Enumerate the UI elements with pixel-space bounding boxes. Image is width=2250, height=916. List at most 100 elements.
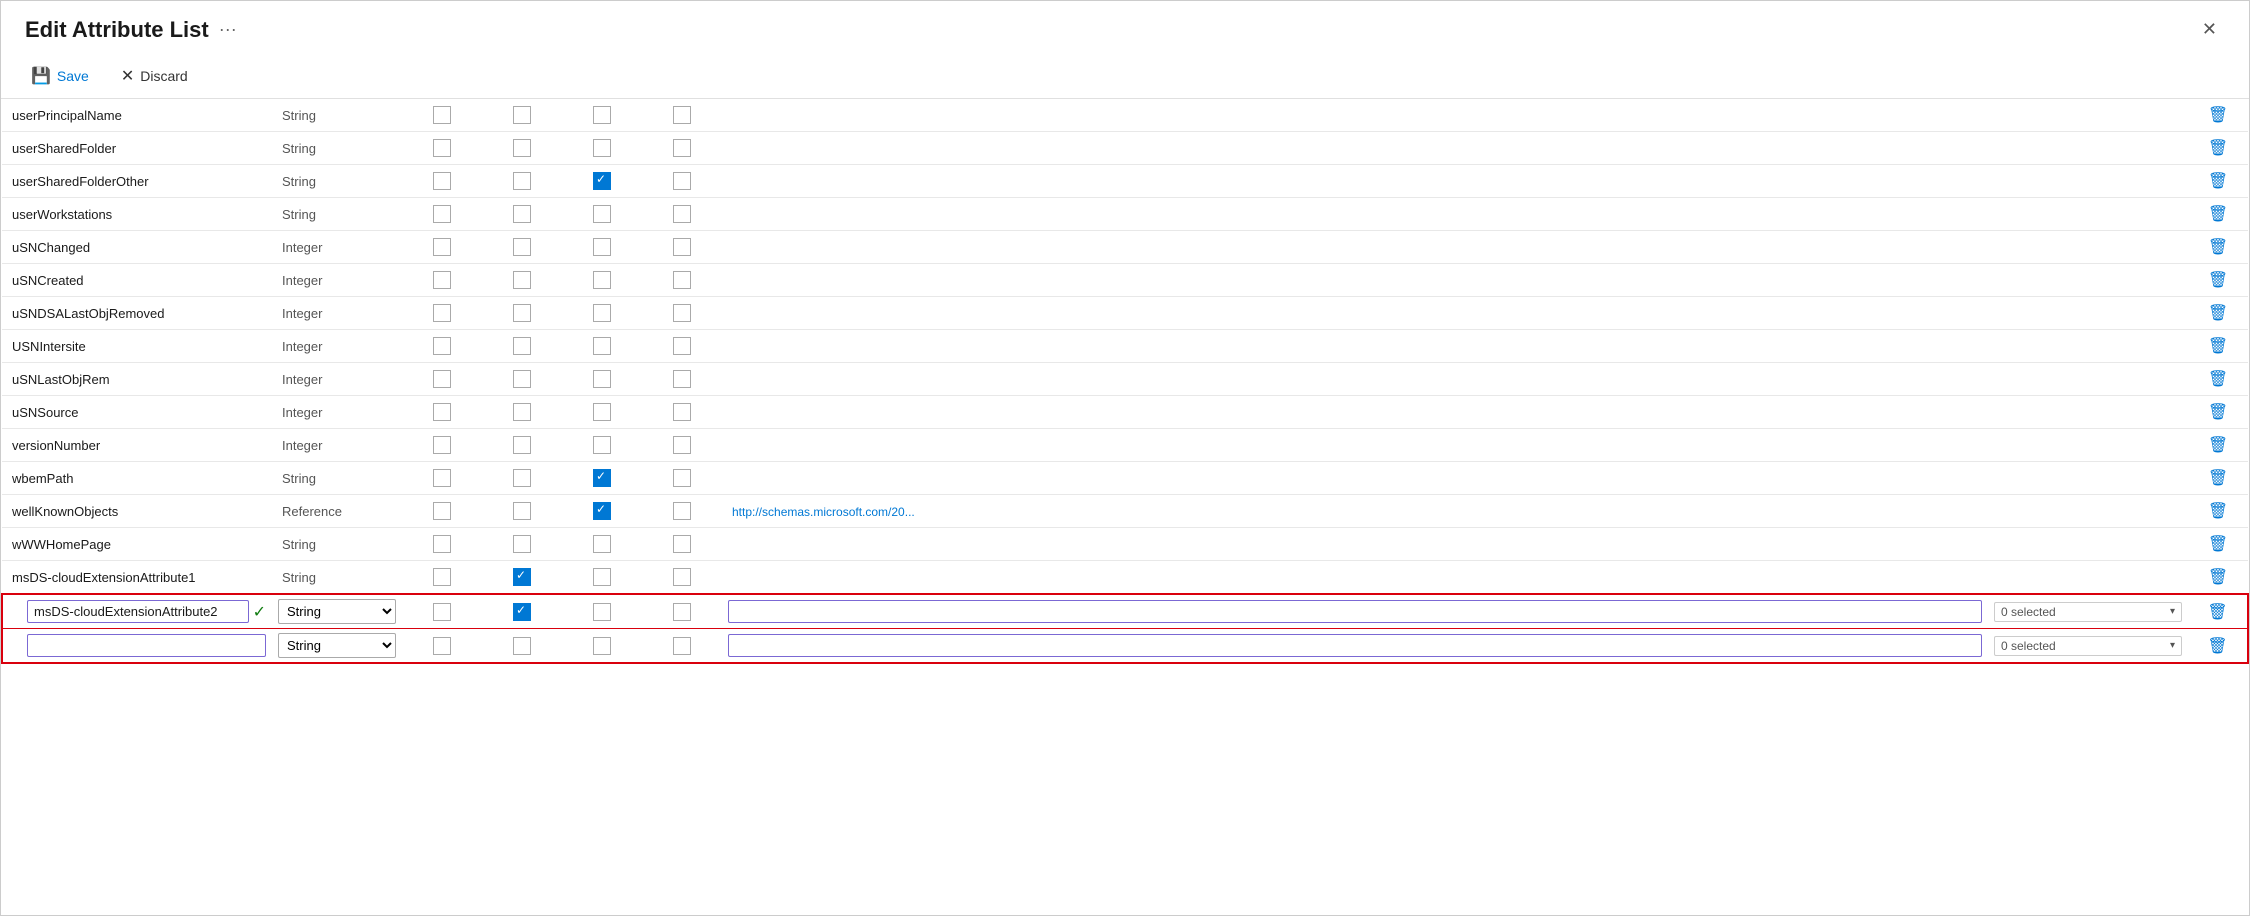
cb1-checkbox[interactable] bbox=[433, 172, 451, 190]
cb1-checkbox[interactable] bbox=[433, 603, 451, 621]
cb2-checkbox[interactable] bbox=[513, 139, 531, 157]
name-input[interactable] bbox=[27, 600, 249, 623]
cb4-checkbox[interactable] bbox=[673, 172, 691, 190]
cb1-checkbox[interactable] bbox=[433, 106, 451, 124]
cb3-checkbox[interactable] bbox=[593, 469, 611, 487]
cb2-checkbox[interactable] bbox=[513, 172, 531, 190]
cb2-checkbox[interactable] bbox=[513, 502, 531, 520]
delete-icon[interactable]: 🗑 bbox=[2207, 604, 2227, 621]
cb2-checkbox[interactable] bbox=[513, 637, 531, 655]
cb3-checkbox[interactable] bbox=[593, 603, 611, 621]
selected-badge[interactable]: 0 selected▾ bbox=[1994, 602, 2182, 622]
cb3-checkbox[interactable] bbox=[593, 271, 611, 289]
cb4-checkbox[interactable] bbox=[673, 436, 691, 454]
cb3-checkbox[interactable] bbox=[593, 436, 611, 454]
cb4-checkbox[interactable] bbox=[673, 637, 691, 655]
more-options-icon[interactable]: ··· bbox=[219, 19, 237, 40]
cb3-checkbox[interactable] bbox=[593, 304, 611, 322]
cb3-checkbox[interactable] bbox=[593, 172, 611, 190]
cb4-checkbox[interactable] bbox=[673, 603, 691, 621]
cb3-checkbox[interactable] bbox=[593, 205, 611, 223]
delete-icon[interactable]: 🗑 bbox=[2208, 305, 2228, 322]
close-button[interactable]: ✕ bbox=[2194, 15, 2225, 44]
cb3-checkbox[interactable] bbox=[593, 238, 611, 256]
type-select[interactable]: StringIntegerReferenceBoolean bbox=[278, 599, 396, 624]
cb4-checkbox[interactable] bbox=[673, 304, 691, 322]
delete-icon[interactable]: 🗑 bbox=[2208, 569, 2228, 586]
cb2-checkbox[interactable] bbox=[513, 370, 531, 388]
delete-icon[interactable]: 🗑 bbox=[2208, 437, 2228, 454]
cb2-checkbox[interactable] bbox=[513, 238, 531, 256]
cb1-checkbox[interactable] bbox=[433, 139, 451, 157]
selected-badge[interactable]: 0 selected▾ bbox=[1994, 636, 2182, 656]
cb4-checkbox[interactable] bbox=[673, 139, 691, 157]
cb2-checkbox[interactable] bbox=[513, 535, 531, 553]
cb3-checkbox[interactable] bbox=[593, 106, 611, 124]
delete-icon[interactable]: 🗑 bbox=[2208, 536, 2228, 553]
cb2-checkbox[interactable] bbox=[513, 271, 531, 289]
extra-link[interactable]: http://schemas.microsoft.com/20... bbox=[732, 505, 915, 519]
delete-icon[interactable]: 🗑 bbox=[2208, 140, 2228, 157]
discard-button[interactable]: ✕ Discard bbox=[115, 62, 194, 90]
cb2-checkbox[interactable] bbox=[513, 205, 531, 223]
cb4-checkbox[interactable] bbox=[673, 370, 691, 388]
cb1-checkbox[interactable] bbox=[433, 403, 451, 421]
delete-icon[interactable]: 🗑 bbox=[2208, 206, 2228, 223]
cb3-checkbox[interactable] bbox=[593, 403, 611, 421]
cb4-checkbox[interactable] bbox=[673, 403, 691, 421]
cb1-checkbox[interactable] bbox=[433, 304, 451, 322]
cb1-checkbox[interactable] bbox=[433, 271, 451, 289]
cb1-checkbox[interactable] bbox=[433, 637, 451, 655]
cb2-checkbox[interactable] bbox=[513, 304, 531, 322]
delete-icon[interactable]: 🗑 bbox=[2208, 338, 2228, 355]
cb2-checkbox[interactable] bbox=[513, 603, 531, 621]
cb4-checkbox[interactable] bbox=[673, 271, 691, 289]
name-input[interactable] bbox=[27, 634, 266, 657]
delete-icon[interactable]: 🗑 bbox=[2208, 107, 2228, 124]
cb4-cell bbox=[642, 363, 722, 396]
cb4-checkbox[interactable] bbox=[673, 238, 691, 256]
cb2-checkbox[interactable] bbox=[513, 469, 531, 487]
delete-icon[interactable]: 🗑 bbox=[2208, 404, 2228, 421]
delete-icon[interactable]: 🗑 bbox=[2208, 239, 2228, 256]
cb1-checkbox[interactable] bbox=[433, 238, 451, 256]
cb2-checkbox[interactable] bbox=[513, 337, 531, 355]
extra-input[interactable] bbox=[728, 634, 1982, 657]
extra-cell bbox=[722, 429, 1988, 462]
cb4-checkbox[interactable] bbox=[673, 205, 691, 223]
delete-icon[interactable]: 🗑 bbox=[2208, 173, 2228, 190]
cb1-checkbox[interactable] bbox=[433, 337, 451, 355]
cb4-checkbox[interactable] bbox=[673, 337, 691, 355]
cb1-checkbox[interactable] bbox=[433, 205, 451, 223]
save-button[interactable]: 💾 Save bbox=[25, 62, 95, 90]
cb4-checkbox[interactable] bbox=[673, 106, 691, 124]
delete-icon[interactable]: 🗑 bbox=[2207, 638, 2227, 655]
cb1-checkbox[interactable] bbox=[433, 502, 451, 520]
cb1-checkbox[interactable] bbox=[433, 370, 451, 388]
cb4-checkbox[interactable] bbox=[673, 502, 691, 520]
delete-icon[interactable]: 🗑 bbox=[2208, 272, 2228, 289]
cb3-checkbox[interactable] bbox=[593, 502, 611, 520]
delete-icon[interactable]: 🗑 bbox=[2208, 470, 2228, 487]
type-select[interactable]: StringIntegerReferenceBoolean bbox=[278, 633, 396, 658]
cb2-checkbox[interactable] bbox=[513, 568, 531, 586]
cb4-checkbox[interactable] bbox=[673, 469, 691, 487]
cb4-checkbox[interactable] bbox=[673, 568, 691, 586]
cb4-checkbox[interactable] bbox=[673, 535, 691, 553]
cb3-checkbox[interactable] bbox=[593, 535, 611, 553]
cb1-checkbox[interactable] bbox=[433, 568, 451, 586]
cb2-checkbox[interactable] bbox=[513, 436, 531, 454]
cb3-checkbox[interactable] bbox=[593, 139, 611, 157]
cb1-checkbox[interactable] bbox=[433, 469, 451, 487]
cb3-checkbox[interactable] bbox=[593, 370, 611, 388]
cb3-checkbox[interactable] bbox=[593, 568, 611, 586]
cb1-checkbox[interactable] bbox=[433, 535, 451, 553]
cb2-checkbox[interactable] bbox=[513, 106, 531, 124]
cb1-checkbox[interactable] bbox=[433, 436, 451, 454]
delete-icon[interactable]: 🗑 bbox=[2208, 371, 2228, 388]
extra-input[interactable] bbox=[728, 600, 1982, 623]
cb2-checkbox[interactable] bbox=[513, 403, 531, 421]
cb3-checkbox[interactable] bbox=[593, 337, 611, 355]
delete-icon[interactable]: 🗑 bbox=[2208, 503, 2228, 520]
cb3-checkbox[interactable] bbox=[593, 637, 611, 655]
